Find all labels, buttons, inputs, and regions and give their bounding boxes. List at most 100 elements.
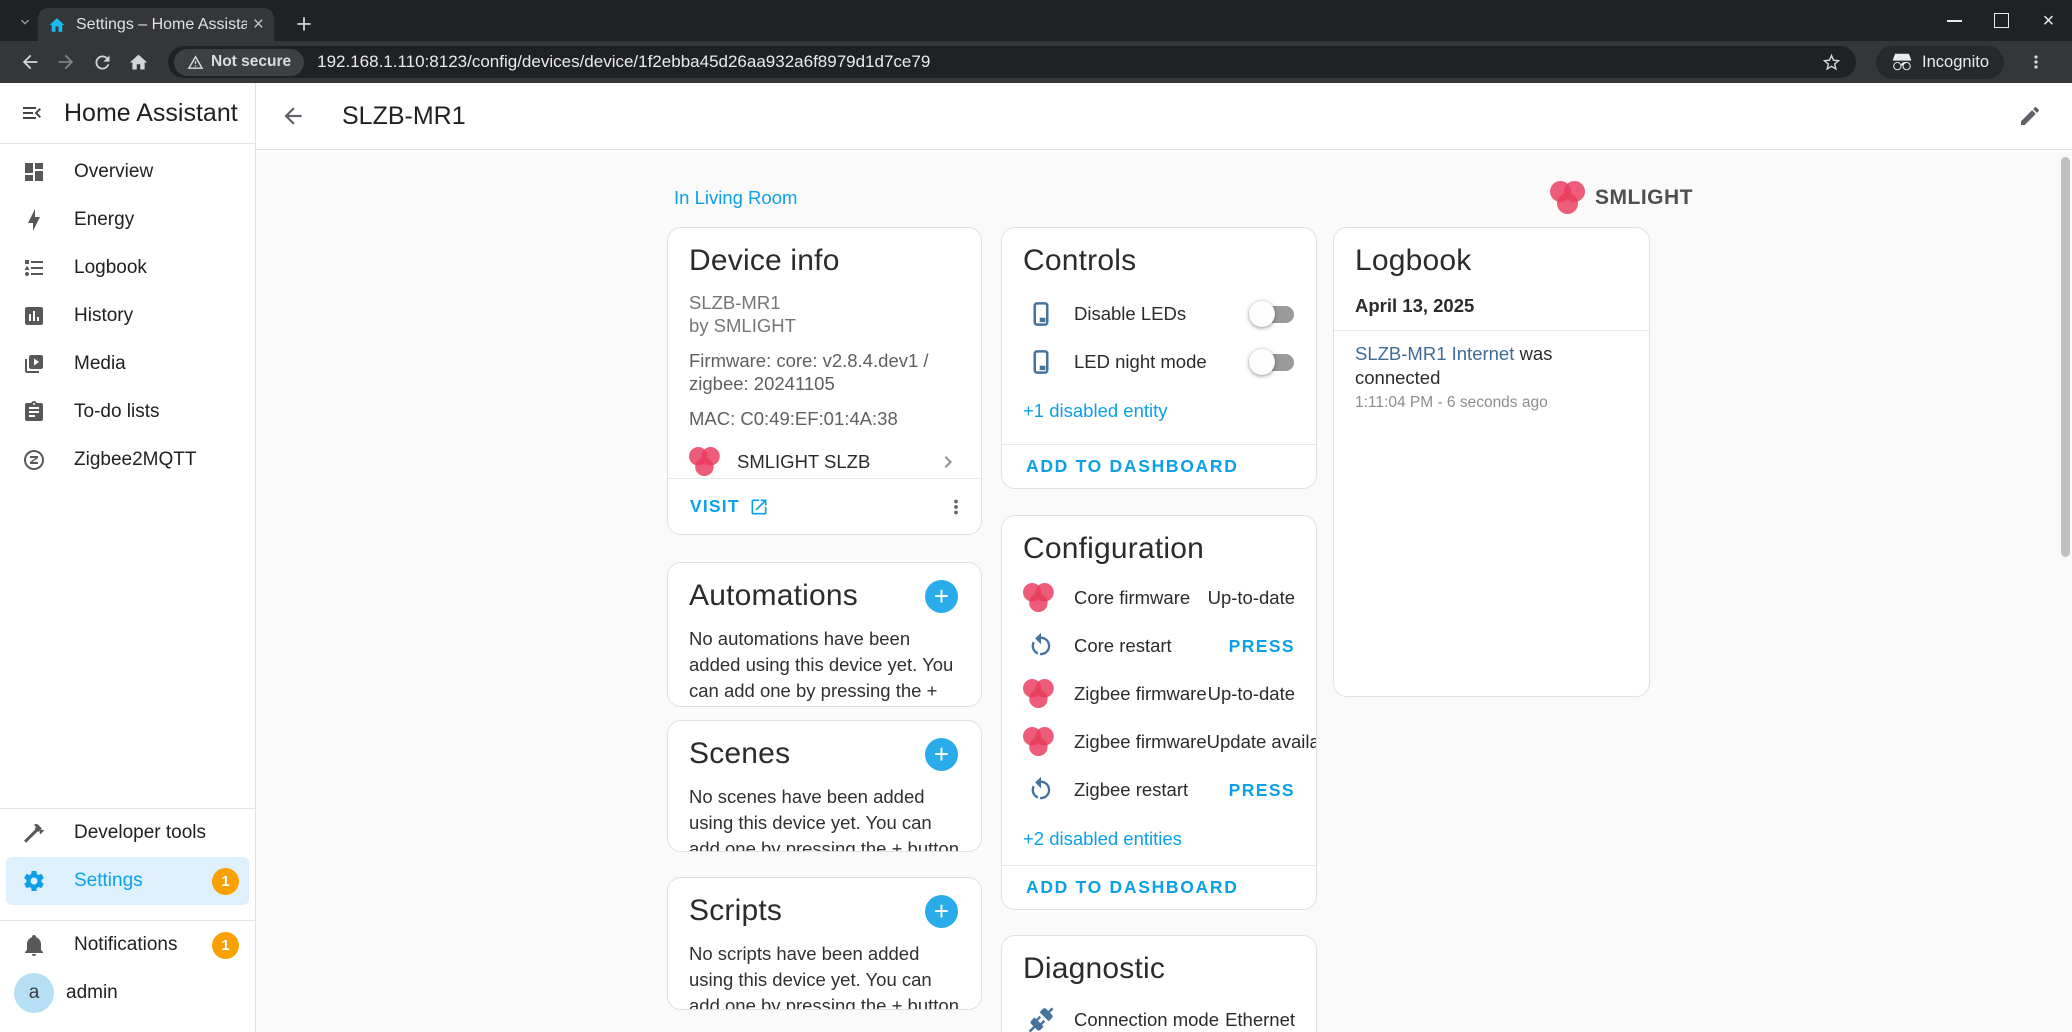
chevron-right-icon — [936, 450, 960, 474]
reload-icon — [92, 52, 113, 73]
browser-forward-button[interactable] — [48, 44, 84, 80]
incognito-badge: Incognito — [1876, 46, 2004, 79]
entity-row-core-firmware[interactable]: Core firmware Up-to-date — [1023, 574, 1295, 622]
sidebar-item-media[interactable]: Media — [0, 340, 255, 388]
sidebar-item-zigbee2mqtt[interactable]: Zigbee2MQTT — [0, 436, 255, 484]
sidebar-header: Home Assistant — [0, 83, 255, 144]
browser-toolbar: Not secure 192.168.1.110:8123/config/dev… — [0, 41, 2072, 83]
sidebar-item-history[interactable]: History — [0, 292, 255, 340]
area-link[interactable]: In Living Room — [674, 187, 797, 209]
card-title: Automations — [689, 579, 858, 613]
browser-back-button[interactable] — [12, 44, 48, 80]
url-text[interactable]: 192.168.1.110:8123/config/devices/device… — [317, 52, 1815, 72]
sidebar-item-todo-lists[interactable]: To-do lists — [0, 388, 255, 436]
entity-state: Ethernet — [1225, 1009, 1295, 1031]
dots-vertical-icon — [945, 496, 967, 518]
smlight-logo-icon — [689, 447, 721, 477]
controls-card: Controls Disable LEDs LED night mode — [1001, 227, 1317, 489]
tab-close-icon[interactable]: × — [253, 15, 264, 34]
view-dashboard-icon — [22, 160, 46, 184]
card-title: Controls — [1023, 244, 1295, 278]
sidebar-item-settings[interactable]: Settings 1 — [6, 857, 249, 905]
page-header: SLZB-MR1 — [256, 83, 2072, 150]
scenes-card: Scenes + No scenes have been added using… — [667, 720, 982, 852]
bookmark-star-icon[interactable] — [1821, 52, 1842, 73]
connected-device-row[interactable]: SMLIGHT SLZB — [689, 445, 960, 479]
arrow-left-icon — [280, 103, 306, 129]
window-close-button[interactable]: × — [2025, 0, 2072, 41]
device-page-content: In Living Room SMLIGHT Device info SLZB-… — [256, 149, 2072, 1032]
card-title: Scenes — [689, 737, 790, 771]
add-scene-button[interactable]: + — [925, 738, 958, 771]
sidebar-item-overview[interactable]: Overview — [0, 148, 255, 196]
address-bar[interactable]: Not secure 192.168.1.110:8123/config/dev… — [168, 46, 1856, 78]
sidebar-item-profile[interactable]: a admin — [0, 969, 255, 1017]
entity-row-connection-mode[interactable]: Connection mode Ethernet — [1023, 996, 1295, 1032]
device-menu-button[interactable] — [945, 496, 967, 518]
scrollbar-thumb[interactable] — [2061, 157, 2070, 557]
back-button[interactable] — [280, 103, 306, 129]
browser-menu-button[interactable] — [2018, 44, 2054, 80]
add-automation-button[interactable]: + — [925, 580, 958, 613]
entity-row-disable-leds: Disable LEDs — [1023, 290, 1295, 338]
card-title: Scripts — [689, 894, 782, 928]
browser-tab[interactable]: Settings – Home Assistant × — [38, 8, 274, 41]
window-minimize-button[interactable] — [1931, 0, 1978, 41]
configuration-footer: ADD TO DASHBOARD — [1002, 865, 1316, 909]
warning-icon — [187, 54, 204, 71]
logbook-entry: SLZB-MR1 Internet was connected 1:11:04 … — [1355, 342, 1628, 412]
settings-badge: 1 — [212, 868, 239, 895]
sidebar-item-label: Notifications — [74, 934, 178, 956]
press-button[interactable]: PRESS — [1229, 780, 1295, 801]
new-tab-button[interactable]: + — [288, 8, 320, 40]
sidebar-item-logbook[interactable]: Logbook — [0, 244, 255, 292]
sidebar-item-label: Zigbee2MQTT — [74, 449, 196, 471]
not-secure-label: Not secure — [211, 53, 291, 71]
edit-device-button[interactable] — [2018, 104, 2042, 128]
press-button[interactable]: PRESS — [1229, 636, 1295, 657]
entity-row-zigbee-firmware-update[interactable]: Zigbee firmware Update available — [1023, 718, 1295, 766]
tab-search-button[interactable] — [12, 9, 38, 35]
device-mac: MAC: C0:49:EF:01:4A:38 — [689, 407, 960, 430]
not-secure-chip[interactable]: Not secure — [174, 49, 304, 76]
device-manufacturer: by SMLIGHT — [689, 314, 960, 337]
incognito-icon — [1891, 51, 1913, 73]
logbook-date: April 13, 2025 — [1355, 295, 1628, 317]
user-name: admin — [66, 982, 118, 1004]
browser-home-button[interactable] — [120, 44, 156, 80]
sidebar-item-developer-tools[interactable]: Developer tools — [0, 809, 255, 857]
add-to-dashboard-button[interactable]: ADD TO DASHBOARD — [1026, 877, 1239, 898]
sidebar-item-energy[interactable]: Energy — [0, 196, 255, 244]
tab-title: Settings – Home Assistant — [76, 16, 247, 34]
tablet-icon — [1023, 299, 1059, 329]
sidebar-toggle-button[interactable] — [20, 101, 44, 125]
incognito-label: Incognito — [1922, 53, 1989, 72]
divider — [1334, 330, 1649, 331]
entity-row-zigbee-firmware[interactable]: Zigbee firmware Up-to-date — [1023, 670, 1295, 718]
card-title: Diagnostic — [1023, 952, 1295, 986]
disabled-entities-link[interactable]: +2 disabled entities — [1023, 828, 1295, 850]
scripts-card: Scripts + No scripts have been added usi… — [667, 877, 982, 1010]
window-controls: × — [1931, 0, 2072, 41]
led-night-mode-toggle[interactable] — [1249, 345, 1295, 379]
entity-label: Zigbee firmware — [1074, 731, 1207, 753]
entity-label: LED night mode — [1074, 351, 1207, 373]
restart-icon — [1023, 776, 1059, 804]
add-to-dashboard-button[interactable]: ADD TO DASHBOARD — [1026, 456, 1239, 477]
open-in-new-icon — [749, 497, 769, 517]
entity-label: Zigbee restart — [1074, 779, 1188, 801]
smlight-logo-icon — [1550, 181, 1586, 215]
window-maximize-button[interactable] — [1978, 0, 2025, 41]
visit-button[interactable]: VISIT — [690, 496, 769, 517]
diagnostic-card: Diagnostic Connection mode Ethernet — [1001, 935, 1317, 1032]
pencil-icon — [2018, 104, 2042, 128]
sidebar-item-notifications[interactable]: Notifications 1 — [0, 921, 255, 969]
logbook-entity-link[interactable]: SLZB-MR1 Internet — [1355, 343, 1514, 364]
disabled-entities-link[interactable]: +1 disabled entity — [1023, 400, 1295, 422]
browser-reload-button[interactable] — [84, 44, 120, 80]
card-title: Configuration — [1023, 532, 1295, 566]
disable-leds-toggle[interactable] — [1249, 297, 1295, 331]
add-script-button[interactable]: + — [925, 895, 958, 928]
main-panel: SLZB-MR1 In Living Room SMLIGHT Device i… — [256, 83, 2072, 1032]
sidebar: Home Assistant Overview Energy Logbook H… — [0, 83, 256, 1032]
